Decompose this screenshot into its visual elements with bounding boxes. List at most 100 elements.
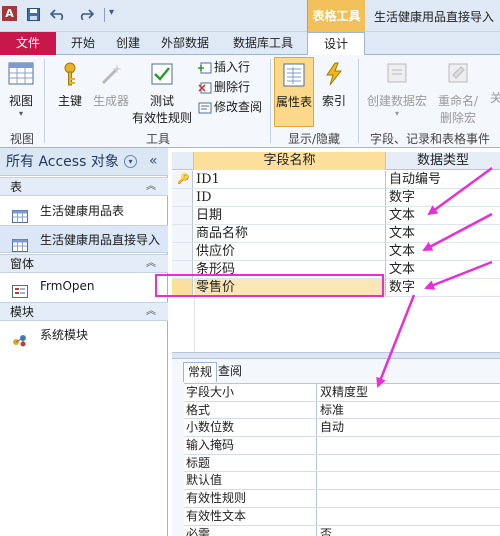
property-name: 有效性文本 — [184, 507, 317, 525]
grid-header-row: 字段名称 数据类型 — [172, 152, 500, 170]
group-show-hide-label: 显示/隐藏 — [287, 132, 341, 146]
property-row: 输入掩码 — [184, 437, 500, 455]
property-name: 字段大小 — [184, 384, 317, 401]
modify-lookups-icon — [198, 102, 212, 114]
nav-menu-chevron-icon[interactable]: ▾ — [124, 155, 137, 168]
data-type-cell[interactable]: 文本 — [385, 207, 500, 225]
row-selector[interactable]: 🔑 — [172, 171, 193, 189]
row-selector[interactable] — [172, 207, 193, 225]
ribbon-tabs: 文件 开始 创建 外部数据 数据库工具 设计 — [0, 32, 500, 56]
delete-rows-icon — [198, 82, 212, 94]
property-value[interactable] — [317, 507, 500, 525]
rename-delete-label-1: 重命名/ — [437, 94, 479, 108]
nav-pane-header[interactable]: 所有 Access 对象 — [0, 148, 168, 176]
field-name-cell[interactable]: 供应价 — [194, 243, 385, 261]
property-value[interactable] — [317, 454, 500, 472]
datasheet-view-icon — [8, 62, 34, 85]
relationships-button[interactable]: 关 — [490, 89, 500, 106]
tab-file[interactable]: 文件 — [0, 32, 56, 55]
property-value[interactable]: 否 — [317, 525, 500, 536]
property-row: 默认值 — [184, 472, 500, 491]
create-data-macro-label: 创建数据宏 — [366, 94, 427, 108]
tab-home[interactable]: 开始 — [59, 32, 107, 55]
tab-general[interactable]: 常规 — [183, 362, 218, 382]
tab-design[interactable]: 设计 — [307, 32, 365, 56]
field-name-cell[interactable]: 日期 — [194, 207, 385, 225]
property-value[interactable]: 标准 — [317, 401, 500, 419]
delete-rows-label: 删除行 — [214, 80, 251, 94]
collapse-chevron-icon: ︽ — [146, 306, 156, 317]
data-type-cell[interactable]: 数字 — [385, 279, 500, 297]
delete-rows-button[interactable]: 删除行 — [198, 79, 250, 96]
tab-database-tools[interactable]: 数据库工具 — [222, 32, 304, 55]
column-header-field-name[interactable]: 字段名称 — [193, 152, 385, 170]
indexes-label: 索引 — [321, 94, 346, 108]
property-value[interactable]: 双精度型 — [317, 384, 500, 401]
data-type-cell[interactable]: 文本 — [385, 243, 500, 261]
property-value[interactable] — [317, 472, 500, 490]
chevron-down-icon: ▾ — [394, 109, 399, 118]
nav-item-table-selected[interactable]: 生活健康用品直接导入 — [0, 225, 168, 253]
title-bar: A ▾ 表格工具 生活健康用品直接导入 — [0, 0, 500, 32]
undo-icon[interactable] — [49, 8, 64, 21]
nav-section-label: 窗体 — [10, 257, 35, 271]
nav-item-module[interactable]: 系统模块 — [0, 321, 168, 349]
view-button[interactable]: 视图 ▾ — [4, 61, 38, 118]
redo-icon[interactable] — [78, 8, 95, 21]
indexes-button[interactable]: 索引 — [318, 61, 350, 109]
pane-splitter[interactable] — [172, 352, 500, 359]
nav-section-modules[interactable]: 模块 ︽ — [0, 302, 168, 321]
form-icon — [12, 280, 28, 298]
tab-external-data[interactable]: 外部数据 — [152, 32, 218, 55]
property-name: 输入掩码 — [184, 437, 317, 454]
grid-empty-area[interactable] — [194, 297, 500, 352]
customize-icon[interactable]: ▾ — [109, 7, 114, 18]
nav-item-label: 生活健康用品直接导入 — [40, 233, 161, 247]
row-selector[interactable] — [172, 243, 193, 261]
modify-lookups-button[interactable]: 修改查阅 — [198, 99, 262, 116]
tab-create[interactable]: 创建 — [108, 32, 148, 55]
data-type-cell[interactable]: 自动编号 — [385, 171, 500, 189]
nav-section-tables[interactable]: 表 ︽ — [0, 177, 168, 196]
field-name-cell[interactable]: 商品名称 — [194, 225, 385, 243]
tab-lookup[interactable]: 查阅 — [214, 362, 246, 381]
insert-rows-label: 插入行 — [214, 60, 251, 74]
row-selector[interactable] — [172, 189, 193, 207]
nav-item-form[interactable]: FrmOpen — [0, 272, 168, 300]
property-value[interactable] — [317, 490, 500, 507]
builder-button[interactable]: 生成器 — [90, 61, 132, 109]
field-properties-pane: 常规 查阅 字段大小 双精度型 格式 标准 小数位数 自动 输入掩码 标题 默认值 有… — [172, 359, 500, 536]
property-name: 有效性规则 — [184, 490, 317, 507]
insert-rows-button[interactable]: 插入行 — [198, 59, 250, 76]
primary-key-button[interactable]: 主键 — [52, 61, 88, 109]
nav-section-forms[interactable]: 窗体 ︽ — [0, 254, 168, 273]
quick-access-separator — [104, 8, 105, 22]
primary-key-label: 主键 — [57, 94, 82, 108]
rename-macro-icon — [448, 63, 468, 83]
access-app-icon[interactable]: A — [2, 6, 17, 21]
data-type-cell[interactable]: 数字 — [385, 189, 500, 207]
property-value[interactable]: 自动 — [317, 419, 500, 437]
test-validation-rules-button[interactable]: 测试 有效性规则 — [130, 61, 194, 126]
data-type-cell[interactable]: 文本 — [385, 225, 500, 243]
field-name-cell[interactable]: ID1 — [194, 171, 385, 189]
data-type-cell[interactable]: 文本 — [385, 261, 500, 279]
group-separator — [358, 59, 359, 143]
properties-table: 字段大小 双精度型 格式 标准 小数位数 自动 输入掩码 标题 默认值 有效性规则 有… — [184, 383, 500, 536]
nav-item-table[interactable]: 生活健康用品表 — [0, 197, 168, 225]
rename-delete-macro-button[interactable]: 重命名/ 删除宏 — [432, 61, 484, 126]
data-macro-icon — [387, 63, 407, 83]
collapse-chevron-icon: ︽ — [146, 181, 156, 192]
create-data-macro-button[interactable]: 创建数据宏 ▾ — [364, 61, 430, 118]
property-row: 标题 — [184, 454, 500, 473]
column-header-data-type[interactable]: 数据类型 — [385, 152, 500, 170]
nav-section-label: 表 — [10, 180, 23, 194]
collapse-pane-icon[interactable]: « — [149, 153, 158, 169]
row-selector[interactable] — [172, 225, 193, 243]
property-value[interactable] — [317, 437, 500, 454]
chevron-down-icon: ▾ — [18, 109, 23, 118]
save-icon[interactable] — [26, 8, 40, 21]
nav-item-label: 生活健康用品表 — [40, 204, 125, 218]
property-sheet-button[interactable]: 属性表 — [274, 57, 314, 127]
field-name-cell[interactable]: ID — [194, 189, 385, 207]
